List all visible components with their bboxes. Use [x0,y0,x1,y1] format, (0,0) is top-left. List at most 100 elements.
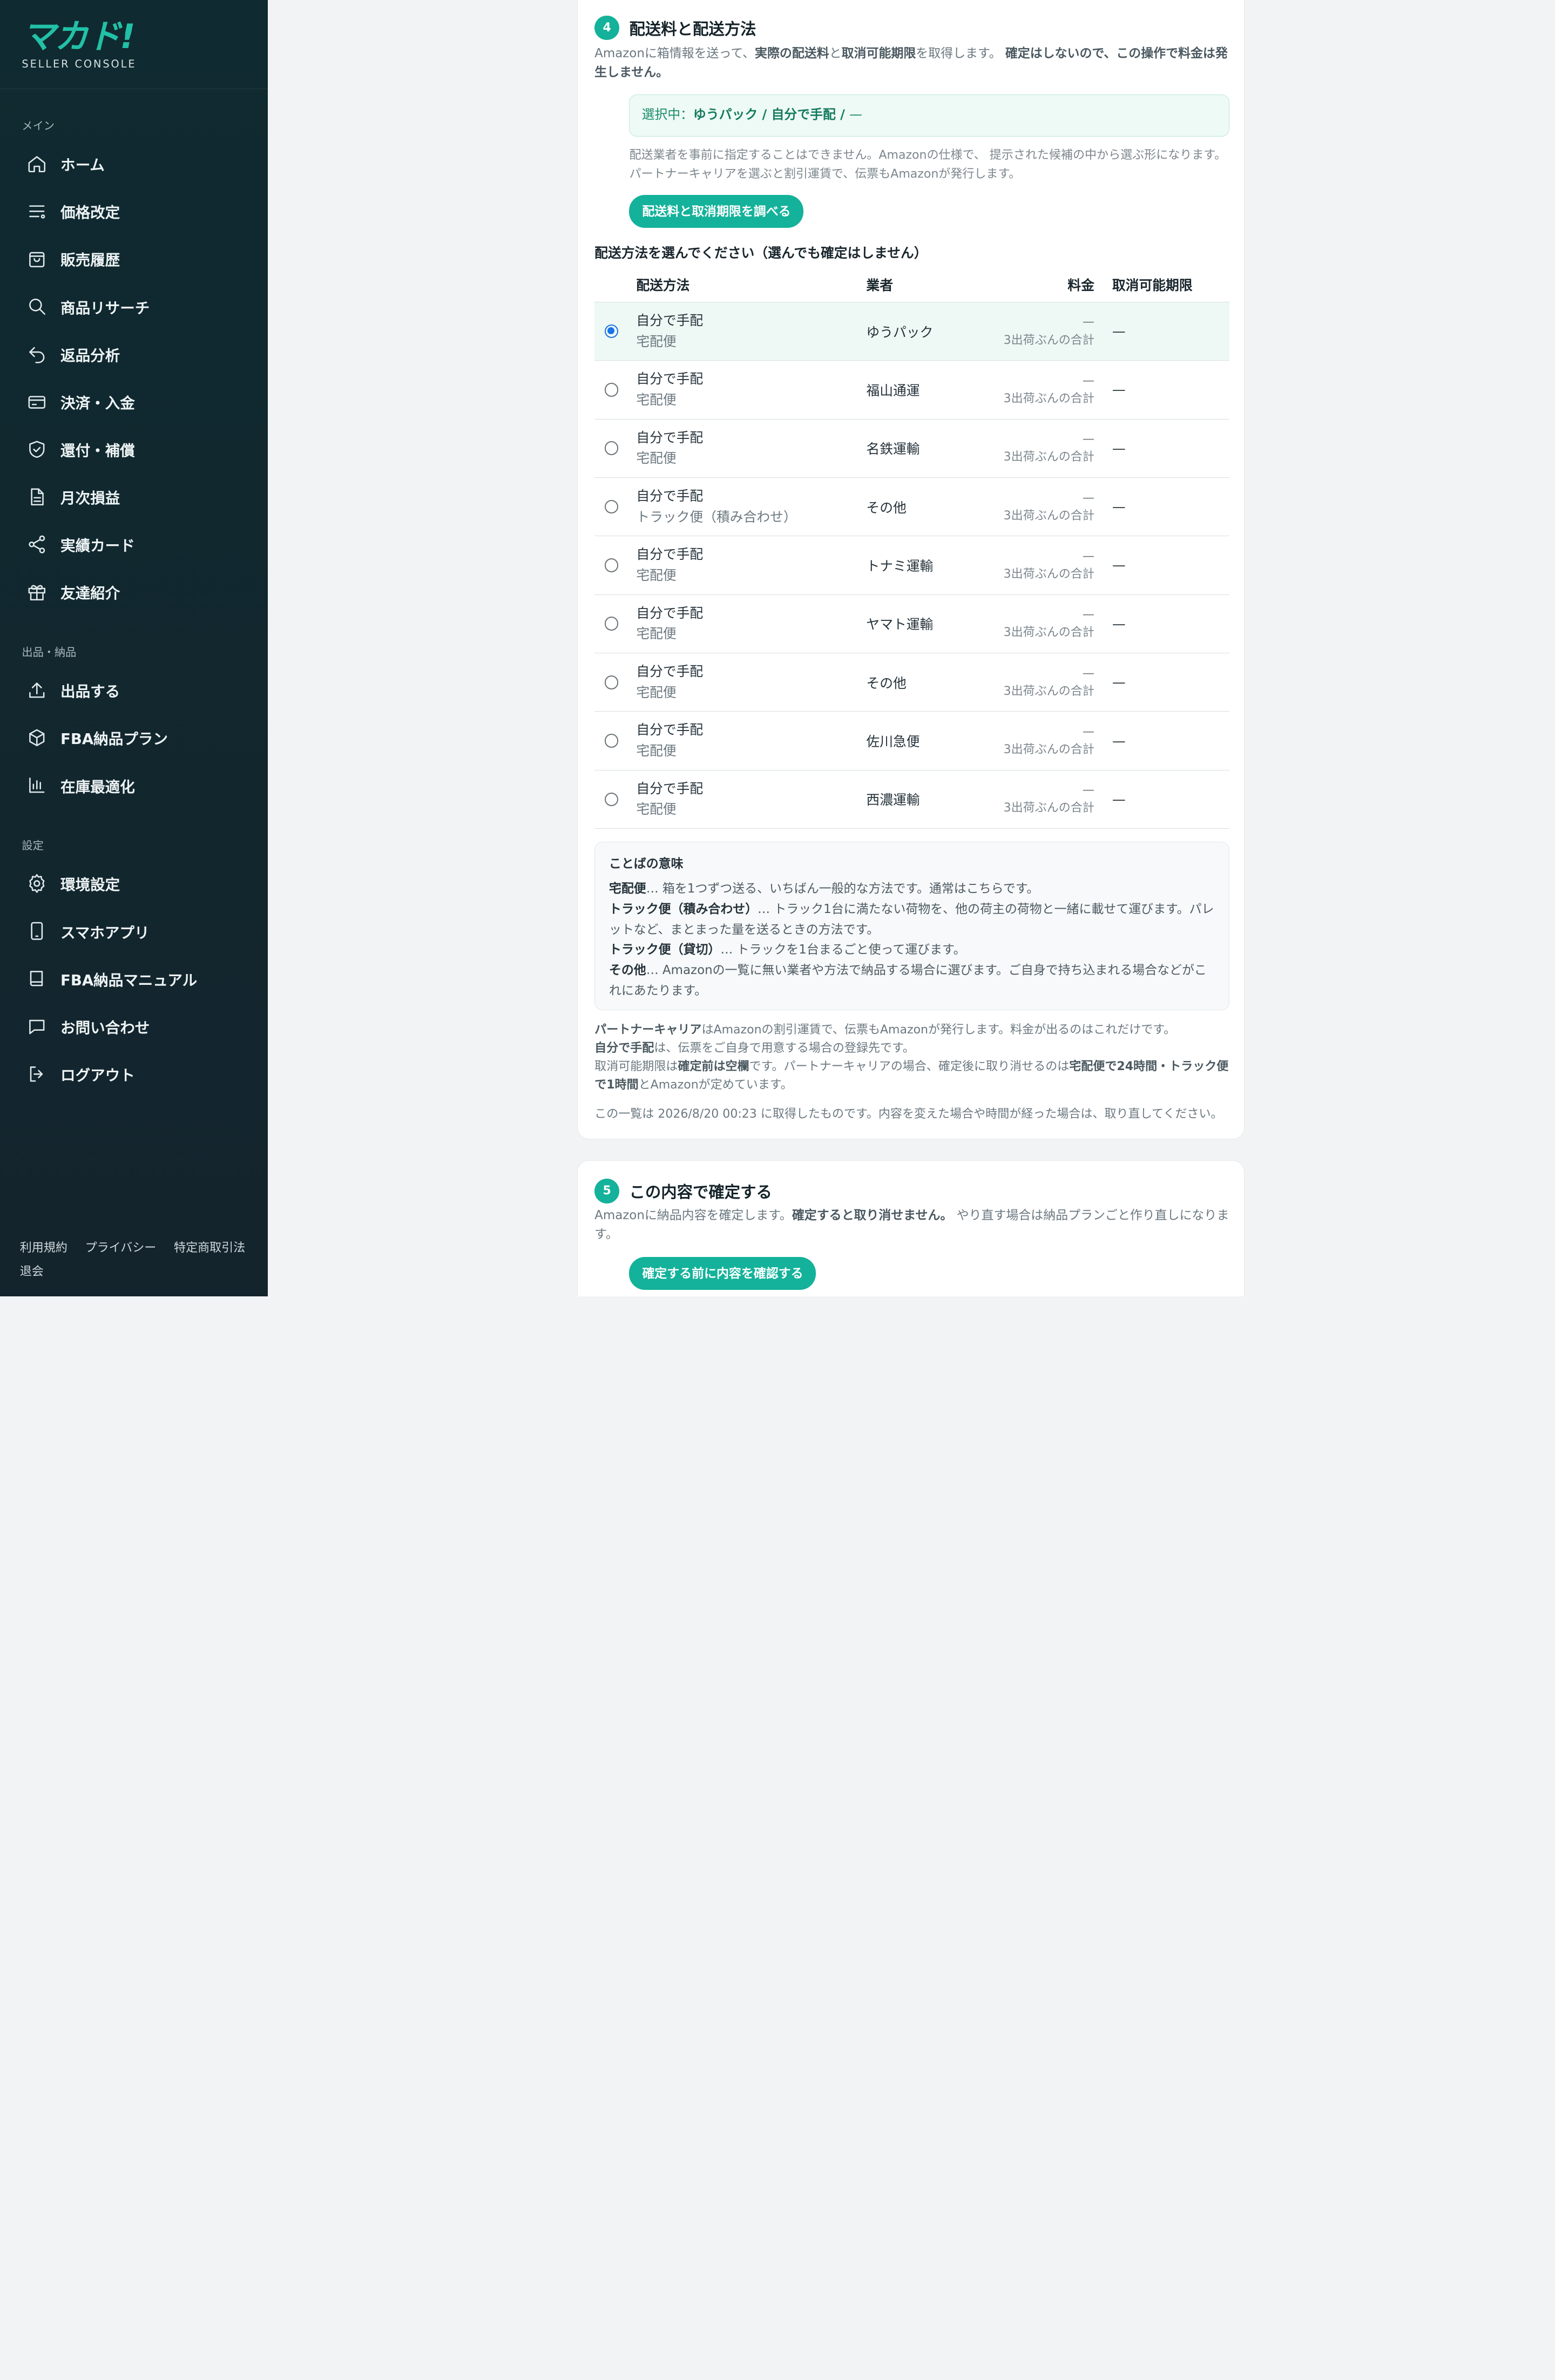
logout-icon [26,1063,48,1085]
commerce-law-link[interactable]: 特定商取引法 [174,1241,245,1255]
privacy-link[interactable]: プライバシー [85,1241,157,1255]
fee-value: — [1082,783,1094,797]
method-radio[interactable] [604,441,619,456]
radio-cell[interactable] [594,770,637,829]
withdraw-link[interactable]: 退会 [20,1265,44,1279]
bar-chart-icon [26,774,48,796]
sidebar-item-record-card[interactable]: 実績カード [0,520,268,568]
fee-note: 3出荷ぶんの合計 [1003,684,1094,698]
check-fee-button[interactable]: 配送料と取消期限を調べる [629,195,804,228]
sidebar-item-inventory[interactable]: 在庫最適化 [0,761,268,809]
step5-description: Amazonに納品内容を確定します。確定すると取り消せません。 やり直す場合は納… [594,1208,1229,1242]
table-row[interactable]: 自分で手配 宅配便 福山通運 —3出荷ぶんの合計 — [594,360,1229,420]
sidebar-item-repricing[interactable]: 価格改定 [0,187,268,235]
radio-cell[interactable] [594,653,637,712]
logo[interactable]: マカド! [22,18,246,56]
method-radio[interactable] [604,617,619,631]
table-row[interactable]: 自分で手配 宅配便 西濃運輸 —3出荷ぶんの合計 — [594,770,1229,829]
shipping-card: 4 配送料と配送方法 Amazonに箱情報を送って、実際の配送料と取消可能期限を… [577,0,1245,1140]
fee-cell: — 3出荷ぶんの合計 [985,536,1112,595]
glossary-item: トラック便（貸切）… トラックを1台まるごと使って運びます。 [609,943,966,957]
fee-note: 3出荷ぶんの合計 [1003,567,1094,581]
fee-value: — [1082,666,1094,680]
table-row[interactable]: 自分で手配 宅配便 その他 —3出荷ぶんの合計 — [594,653,1229,712]
confirm-review-button[interactable]: 確定する前に内容を確認する [629,1257,816,1290]
fee-note: 3出荷ぶんの合計 [1003,333,1094,347]
sidebar-item-label: スマホアプリ [60,924,150,942]
method-radio[interactable] [604,558,619,572]
step-number-badge: 5 [594,1178,620,1203]
sidebar-item-mobile-app[interactable]: スマホアプリ [0,907,268,955]
sidebar-item-contact[interactable]: お問い合わせ [0,1003,268,1050]
method-type: 宅配便 [636,450,677,466]
table-row[interactable]: 自分で手配 宅配便 ヤマト運輸 —3出荷ぶんの合計 — [594,594,1229,654]
fee-note: 3出荷ぶんの合計 [1003,626,1094,640]
method-label: 自分で手配 [636,780,704,796]
column-header-fee: 料金 [985,267,1112,302]
phone-icon [26,920,48,942]
share-icon [26,533,48,555]
column-header-method: 配送方法 [636,267,867,302]
radio-cell[interactable] [594,360,637,420]
sidebar-item-payments[interactable]: 決済・入金 [0,378,268,425]
method-radio[interactable] [604,792,619,807]
method-radio[interactable] [604,324,619,339]
table-row[interactable]: 自分で手配 宅配便 トナミ運輸 —3出荷ぶんの合計 — [594,536,1229,595]
fee-value: — [1082,608,1094,622]
terms-link[interactable]: 利用規約 [20,1241,67,1255]
table-row[interactable]: 自分で手配 トラック便（積み合わせ） その他 —3出荷ぶんの合計 — [594,477,1229,537]
radio-cell[interactable] [594,711,637,770]
fee-value: — [1082,432,1094,447]
radio-cell[interactable] [594,419,637,478]
sidebar-item-reimbursement[interactable]: 還付・補償 [0,425,268,473]
radio-cell[interactable] [594,477,637,537]
sidebar-item-settings[interactable]: 環境設定 [0,860,268,907]
deadline-cell: — [1112,653,1229,712]
step4-header: 4 配送料と配送方法 [594,15,756,40]
sidebar-item-referral[interactable]: 友達紹介 [0,568,268,616]
method-cell: 自分で手配 宅配便 [636,536,867,595]
sidebar-item-monthly-pl[interactable]: 月次損益 [0,473,268,520]
deadline-cell: — [1112,536,1229,595]
radio-cell[interactable] [594,594,637,654]
search-icon [26,295,48,317]
sidebar-item-fba-plan[interactable]: FBA納品プラン [0,714,268,761]
sidebar-item-returns[interactable]: 返品分析 [0,330,268,378]
brand: マカド! SELLER CONSOLE [0,0,268,90]
carrier-cell: 福山通運 [866,360,985,420]
nav-section-main: メイン [22,119,55,133]
sidebar-item-manual[interactable]: FBA納品マニュアル [0,955,268,1003]
method-radio[interactable] [604,675,619,689]
table-row[interactable]: 自分で手配 宅配便 ゆうパック —3出荷ぶんの合計 — [594,302,1229,361]
fee-note: 3出荷ぶんの合計 [1003,801,1094,815]
method-cell: 自分で手配 トラック便（積み合わせ） [636,477,867,537]
card-icon [26,391,48,413]
table-row[interactable]: 自分で手配 宅配便 佐川急便 —3出荷ぶんの合計 — [594,711,1229,770]
method-label: 自分で手配 [636,664,704,680]
glossary-item: トラック便（積み合わせ）… トラック1台に満たない荷物を、他の荷主の荷物と一緒に… [609,902,1214,937]
radio-cell[interactable] [594,536,637,595]
method-cell: 自分で手配 宅配便 [636,594,867,654]
method-type: 宅配便 [636,684,677,700]
method-radio[interactable] [604,499,619,514]
carrier-cell: 西濃運輸 [866,770,985,829]
method-radio[interactable] [604,383,619,397]
deadline-cell: — [1112,302,1229,361]
method-label: 自分で手配 [636,488,704,504]
logo-subtitle: SELLER CONSOLE [22,57,137,70]
radio-column-header [594,267,637,302]
sidebar-item-home[interactable]: ホーム [0,140,268,187]
sidebar-item-logout[interactable]: ログアウト [0,1050,268,1098]
sidebar-item-label: FBA納品マニュアル [60,971,198,989]
sidebar-item-list-product[interactable]: 出品する [0,666,268,714]
sidebar-item-label: 実績カード [60,537,135,555]
method-label: 自分で手配 [636,722,704,738]
fee-note: 3出荷ぶんの合計 [1003,509,1094,523]
sidebar-item-research[interactable]: 商品リサーチ [0,282,268,330]
sidebar: マカド! SELLER CONSOLE メイン ホーム 価格改定 販売履歴 商品… [0,0,268,1296]
sidebar-item-sales-history[interactable]: 販売履歴 [0,235,268,282]
table-row[interactable]: 自分で手配 宅配便 名鉄運輸 —3出荷ぶんの合計 — [594,419,1229,478]
method-label: 自分で手配 [636,546,704,563]
radio-cell[interactable] [594,302,637,361]
method-radio[interactable] [604,734,619,748]
